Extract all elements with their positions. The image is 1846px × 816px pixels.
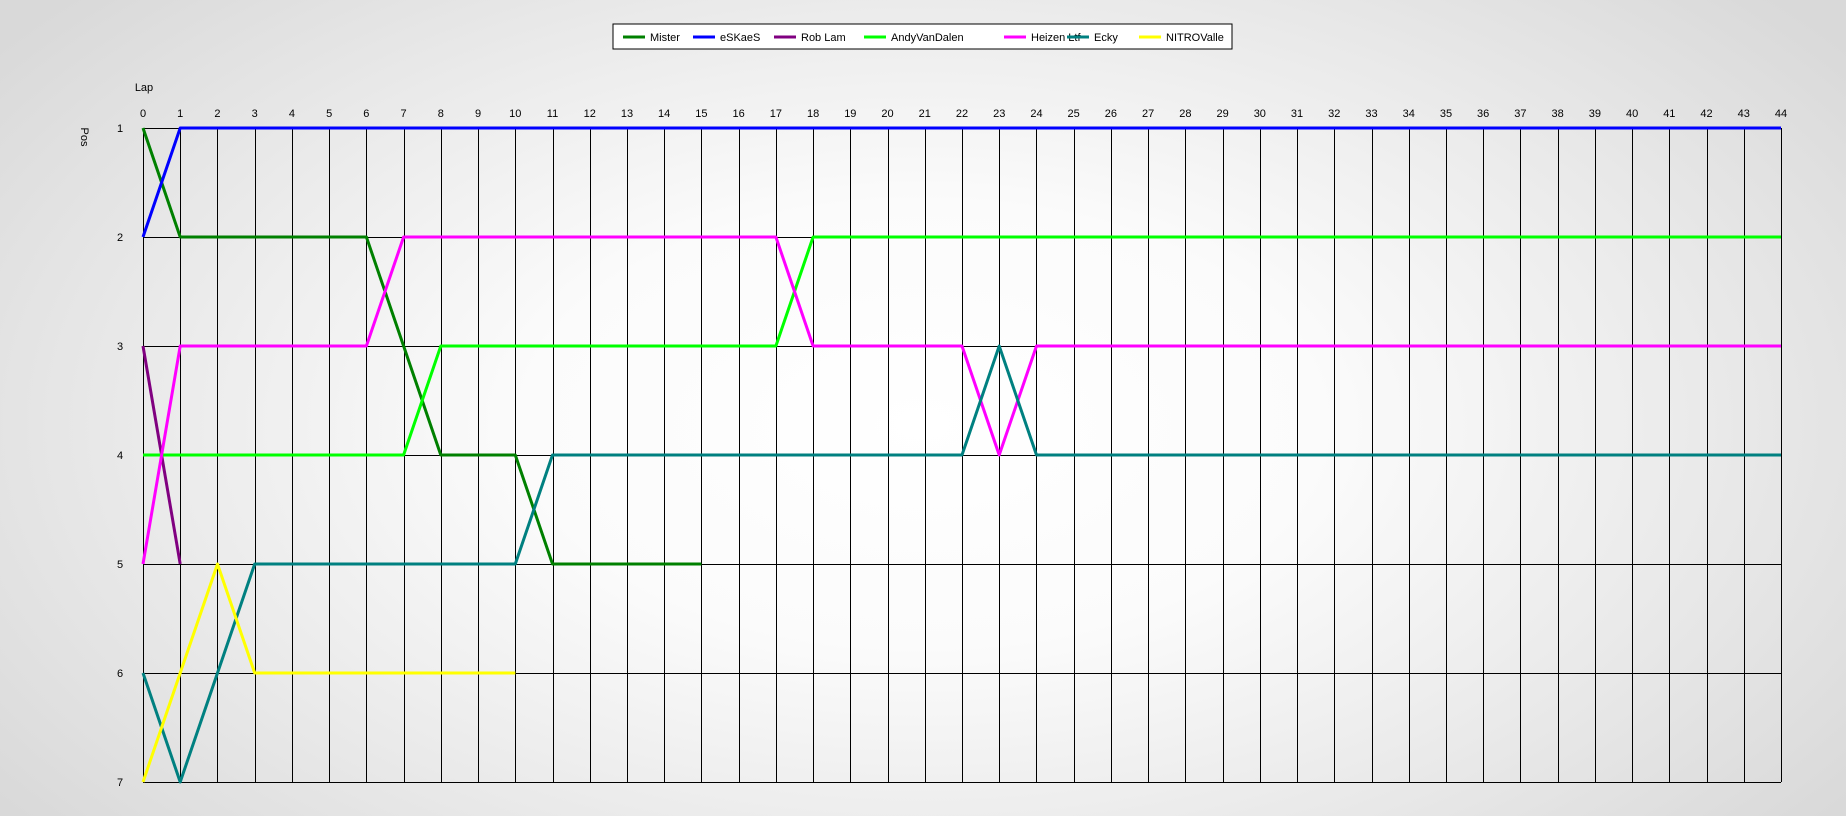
x-tick-label: 17 <box>770 108 782 120</box>
x-tick-label: 40 <box>1626 108 1638 120</box>
x-tick-label: 33 <box>1365 108 1377 120</box>
x-tick-label: 13 <box>621 108 633 120</box>
x-tick-label: 2 <box>214 108 220 120</box>
x-tick-label: 41 <box>1663 108 1675 120</box>
y-tick-label: 2 <box>117 232 123 244</box>
x-tick-label: 5 <box>326 108 332 120</box>
legend-label-ecky: Ecky <box>1094 32 1118 44</box>
x-tick-label: 43 <box>1738 108 1750 120</box>
legend-label-rob-lam: Rob Lam <box>801 32 846 44</box>
x-tick-label: 25 <box>1068 108 1080 120</box>
x-tick-label: 36 <box>1477 108 1489 120</box>
x-tick-label: 4 <box>289 108 295 120</box>
x-tick-label: 39 <box>1589 108 1601 120</box>
x-tick-label: 44 <box>1775 108 1787 120</box>
x-tick-label: 30 <box>1254 108 1266 120</box>
x-tick-label: 42 <box>1700 108 1712 120</box>
y-axis-label: Pos <box>78 128 90 147</box>
lap-position-chart: Lap Pos 0 1 2 3 4 5 6 7 8 9 10 11 12 13 14 15 16 17 18 19 20… <box>78 23 1787 789</box>
x-tick-label: 21 <box>919 108 931 120</box>
legend-label-eskaes: eSKaeS <box>720 32 760 44</box>
x-tick-label: 18 <box>807 108 819 120</box>
x-axis-label: Lap <box>135 82 153 94</box>
x-tick-label: 28 <box>1179 108 1191 120</box>
x-tick-label: 19 <box>844 108 856 120</box>
x-tick-label: 0 <box>140 108 146 120</box>
x-tick-label: 32 <box>1328 108 1340 120</box>
x-tick-label: 3 <box>252 108 258 120</box>
x-tick-label: 26 <box>1105 108 1117 120</box>
x-tick-label: 24 <box>1030 108 1042 120</box>
legend-label-andyvandalen: AndyVanDalen <box>891 32 964 44</box>
x-tick-label: 9 <box>475 108 481 120</box>
x-tick-label: 20 <box>881 108 893 120</box>
x-tick-label: 10 <box>509 108 521 120</box>
x-tick-label: 16 <box>733 108 745 120</box>
x-tick-label: 6 <box>363 108 369 120</box>
x-tick-label: 38 <box>1552 108 1564 120</box>
x-tick-label: 11 <box>547 108 558 120</box>
x-tick-label: 12 <box>584 108 596 120</box>
x-axis-ticks: 0 1 2 3 4 5 6 7 8 9 10 11 12 13 14 15 16 17 18 19 20 21 22 23 24… <box>140 108 1787 120</box>
x-tick-label: 35 <box>1440 108 1452 120</box>
x-tick-label: 23 <box>993 108 1005 120</box>
legend-label-nitrovalle: NITROValle <box>1166 32 1224 44</box>
y-tick-label: 3 <box>117 341 123 353</box>
x-tick-label: 37 <box>1514 108 1526 120</box>
y-tick-label: 5 <box>117 559 123 571</box>
y-axis-ticks: 1 2 3 4 5 6 7 <box>117 123 123 789</box>
x-tick-label: 8 <box>438 108 444 120</box>
x-tick-label: 34 <box>1403 108 1415 120</box>
y-tick-label: 1 <box>117 123 123 135</box>
x-tick-label: 22 <box>956 108 968 120</box>
y-tick-label: 4 <box>117 450 123 462</box>
x-tick-label: 31 <box>1291 108 1303 120</box>
x-tick-label: 1 <box>177 108 183 120</box>
x-tick-label: 7 <box>401 108 407 120</box>
legend-label-mister: Mister <box>650 32 680 44</box>
y-tick-label: 7 <box>117 777 123 789</box>
x-tick-label: 27 <box>1142 108 1154 120</box>
x-tick-label: 15 <box>695 108 707 120</box>
y-tick-label: 6 <box>117 668 123 680</box>
x-tick-label: 29 <box>1216 108 1228 120</box>
x-tick-label: 14 <box>658 108 670 120</box>
